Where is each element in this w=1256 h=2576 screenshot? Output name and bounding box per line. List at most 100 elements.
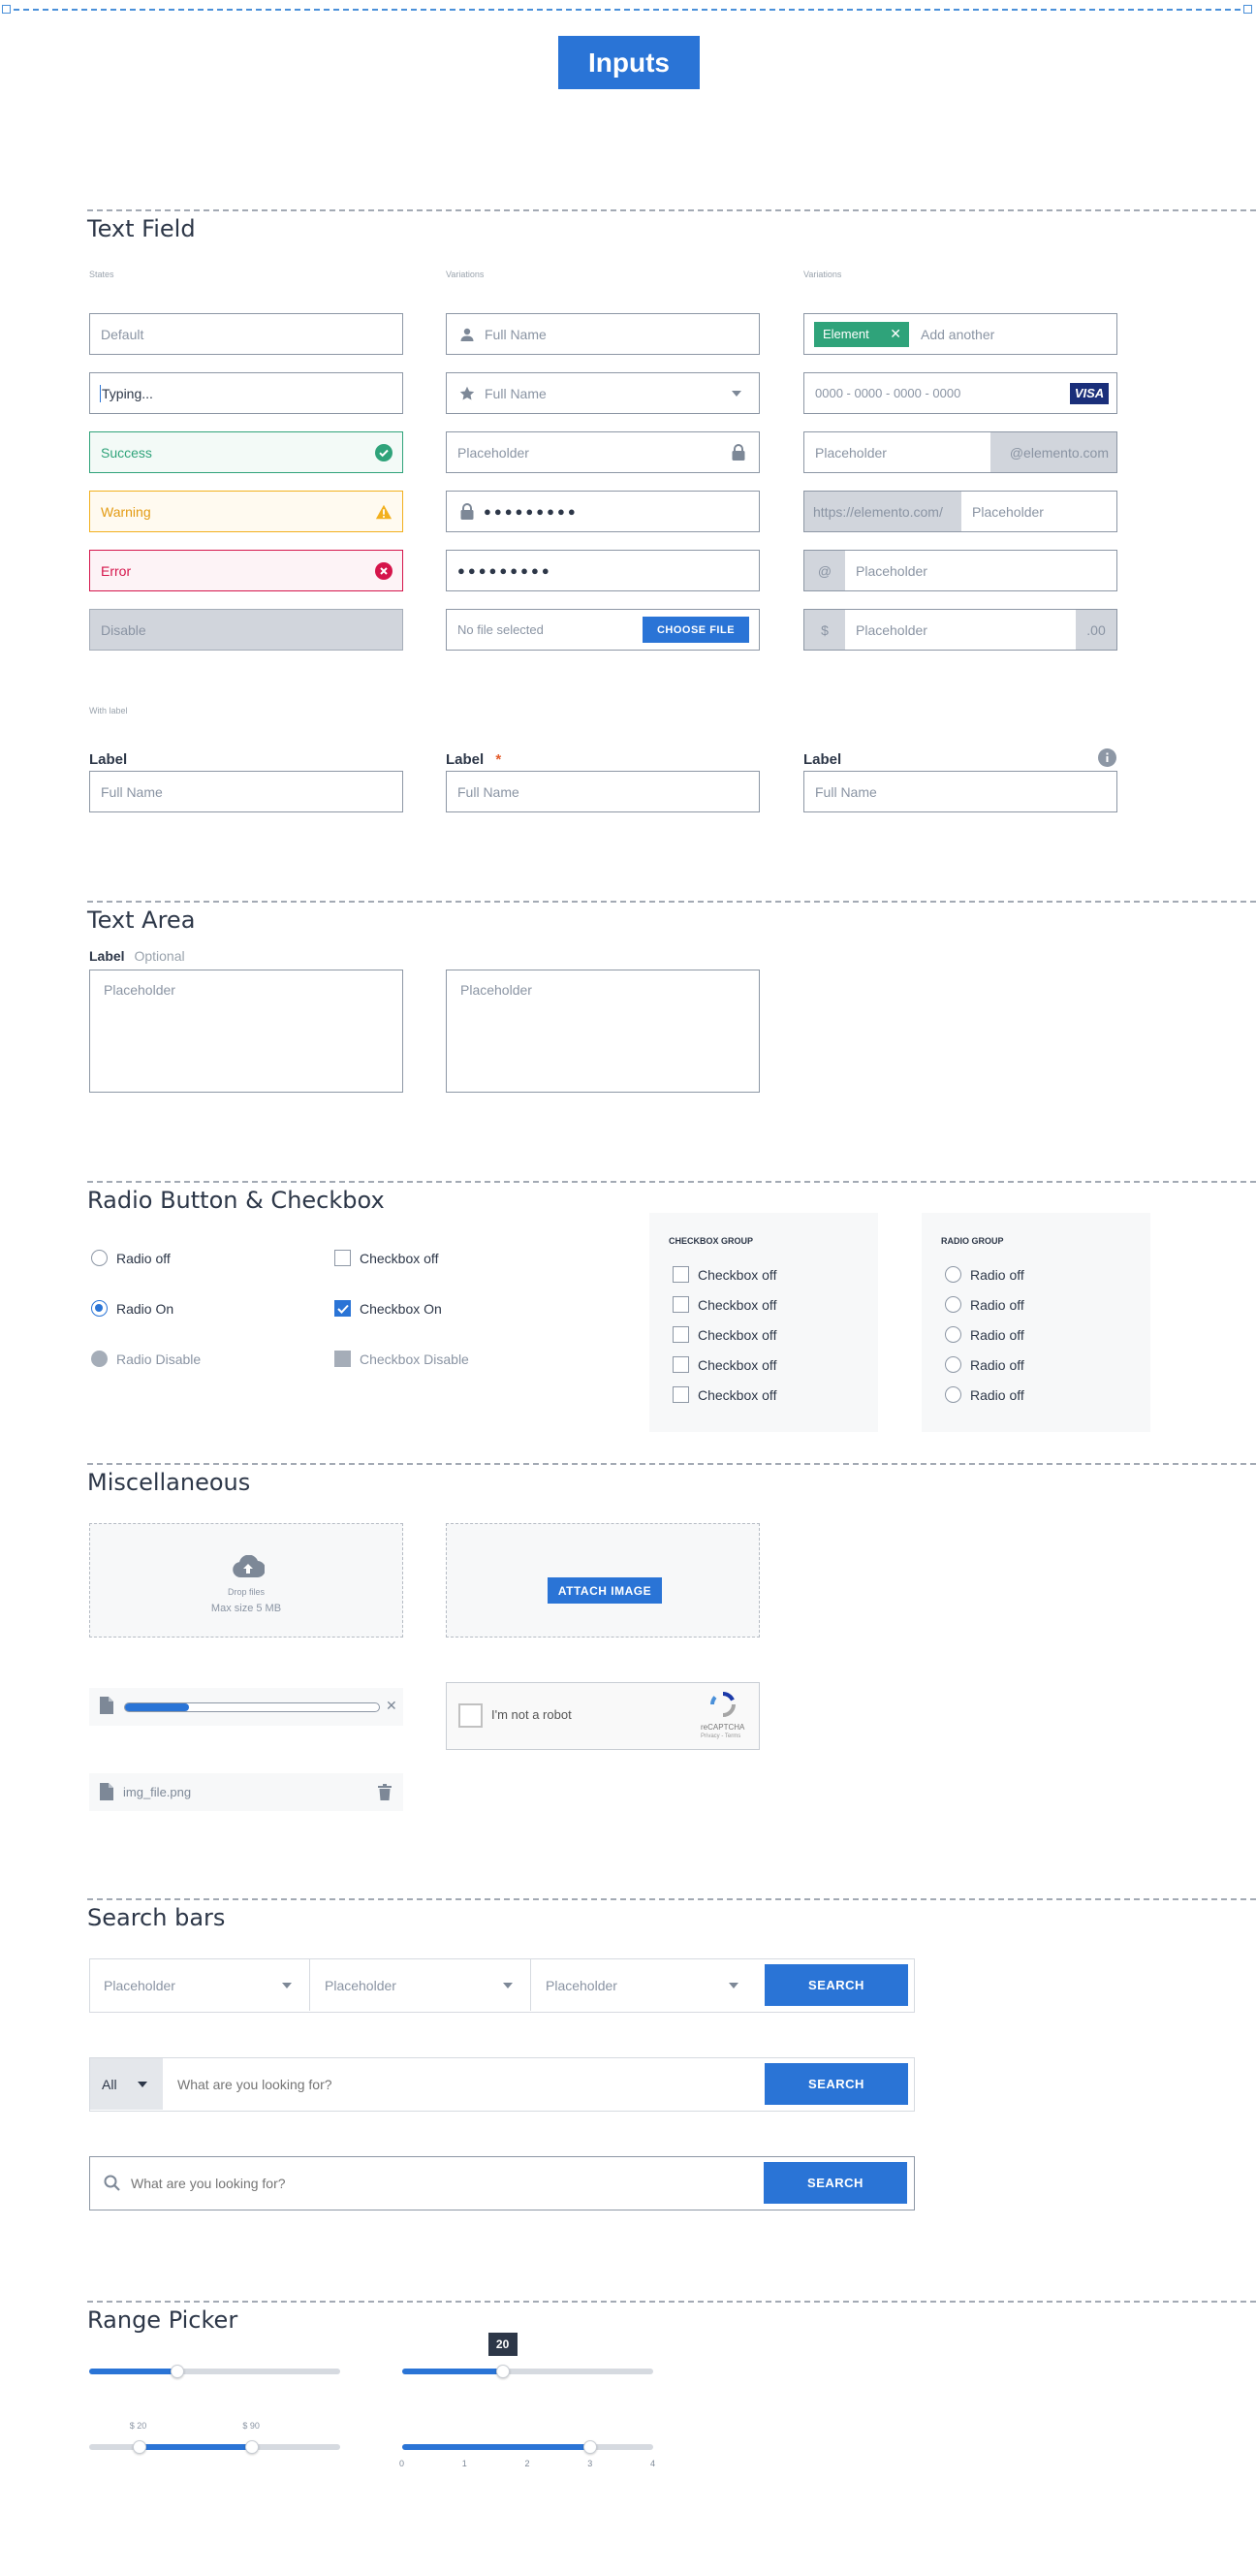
error-input[interactable]: Error bbox=[89, 550, 403, 591]
info-icon[interactable] bbox=[1098, 748, 1116, 767]
checkbox-control[interactable] bbox=[673, 1296, 689, 1313]
search-input[interactable] bbox=[164, 2058, 759, 2110]
checkbox-control[interactable] bbox=[334, 1250, 351, 1266]
caret-down-icon bbox=[282, 1982, 292, 1988]
radio-control[interactable] bbox=[945, 1296, 961, 1313]
range-slider[interactable]: $ 20 $ 90 bbox=[89, 2421, 340, 2460]
check-circle-icon bbox=[375, 443, 392, 461]
field-label-required: Label * bbox=[446, 751, 501, 768]
checkbox-group-item[interactable]: Checkbox off bbox=[673, 1266, 776, 1283]
checkbox-group-item[interactable]: Checkbox off bbox=[673, 1356, 776, 1373]
checkbox-group-item[interactable]: Checkbox off bbox=[673, 1386, 776, 1403]
required-input[interactable]: Full Name bbox=[446, 771, 760, 812]
textarea-plain[interactable]: Placeholder bbox=[446, 970, 760, 1093]
file-dropzone[interactable]: Drop files Max size 5 MB bbox=[89, 1523, 403, 1638]
card-number-input[interactable]: 0000 - 0000 - 0000 - 0000 VISA bbox=[803, 372, 1117, 414]
checkbox-off[interactable]: Checkbox off bbox=[334, 1250, 438, 1266]
full-name-placeholder: Full Name bbox=[485, 326, 547, 342]
currency-placeholder: Placeholder bbox=[856, 621, 927, 638]
slider-handle[interactable] bbox=[170, 2365, 184, 2378]
radio-group-item[interactable]: Radio off bbox=[945, 1326, 1024, 1343]
filter-dropdown-1[interactable]: Placeholder bbox=[90, 1959, 310, 2011]
user-icon bbox=[458, 326, 476, 343]
checkbox-group-item[interactable]: Checkbox off bbox=[673, 1296, 776, 1313]
file-input[interactable]: No file selected CHOOSE FILE bbox=[446, 609, 760, 651]
success-input[interactable]: Success bbox=[89, 431, 403, 473]
info-input[interactable]: Full Name bbox=[803, 771, 1117, 812]
warning-input-value: Warning bbox=[101, 503, 151, 520]
close-icon[interactable]: ✕ bbox=[890, 326, 901, 342]
slider-tooltip: 20 bbox=[487, 2333, 518, 2356]
stepped-slider[interactable]: 0 1 2 3 4 bbox=[399, 2437, 656, 2470]
step-label: 4 bbox=[650, 2459, 656, 2468]
selection-handle-left bbox=[2, 5, 11, 14]
radio-control[interactable] bbox=[945, 1356, 961, 1373]
radio-on[interactable]: Radio On bbox=[91, 1300, 173, 1317]
checkbox-on[interactable]: Checkbox On bbox=[334, 1300, 442, 1317]
radio-control[interactable] bbox=[945, 1326, 961, 1343]
textarea-label: Label bbox=[89, 948, 125, 964]
email-suffix-input[interactable]: Placeholder @elemento.com bbox=[803, 431, 1117, 473]
filter-dropdown-3[interactable]: Placeholder bbox=[532, 1959, 760, 2011]
icon-search-bar: SEARCH bbox=[89, 2156, 915, 2210]
tag-input[interactable]: Element ✕ Add another bbox=[803, 313, 1117, 355]
search-button[interactable]: SEARCH bbox=[764, 2162, 907, 2204]
slider-handle[interactable] bbox=[495, 2365, 510, 2378]
caret-down-icon bbox=[503, 1982, 513, 1988]
range-high-handle[interactable] bbox=[245, 2440, 260, 2454]
full-name-select[interactable]: Full Name bbox=[446, 372, 760, 414]
filter-dropdown-3-value: Placeholder bbox=[546, 1977, 617, 1993]
caret-down-icon bbox=[729, 1982, 738, 1988]
slider-with-tooltip[interactable]: 20 bbox=[402, 2333, 653, 2381]
checkbox-control-checked[interactable] bbox=[334, 1300, 351, 1317]
checkbox-control[interactable] bbox=[673, 1326, 689, 1343]
labeled-input[interactable]: Full Name bbox=[89, 771, 403, 812]
at-prefix-input[interactable]: @ Placeholder bbox=[803, 550, 1117, 591]
radio-group-item[interactable]: Radio off bbox=[945, 1356, 1024, 1373]
radio-control[interactable] bbox=[945, 1386, 961, 1403]
recaptcha-links[interactable]: Privacy - Terms bbox=[701, 1733, 740, 1739]
radio-control[interactable] bbox=[91, 1250, 108, 1266]
category-dropdown[interactable]: All bbox=[90, 2058, 163, 2110]
caret-down-icon[interactable] bbox=[728, 385, 745, 402]
section-divider bbox=[87, 2301, 1256, 2303]
choose-file-button[interactable]: CHOOSE FILE bbox=[643, 617, 749, 643]
password-input-with-lock[interactable]: ●●●●●●●●● bbox=[446, 491, 760, 532]
tag-chip: Element ✕ bbox=[814, 321, 909, 347]
radio-control-selected[interactable] bbox=[91, 1300, 108, 1317]
close-icon[interactable]: ✕ bbox=[386, 1698, 397, 1714]
radio-control[interactable] bbox=[945, 1266, 961, 1283]
default-input[interactable]: Default bbox=[89, 313, 403, 355]
range-low-handle[interactable] bbox=[132, 2440, 146, 2454]
slider-handle[interactable] bbox=[583, 2440, 598, 2454]
filter-dropdown-2[interactable]: Placeholder bbox=[311, 1959, 531, 2011]
radio-group-item[interactable]: Radio off bbox=[945, 1296, 1024, 1313]
url-prefix-input[interactable]: https://elemento.com/ Placeholder bbox=[803, 491, 1117, 532]
radio-group-item[interactable]: Radio off bbox=[945, 1266, 1024, 1283]
trash-icon[interactable] bbox=[378, 1784, 392, 1805]
checkbox-control[interactable] bbox=[673, 1356, 689, 1373]
search-button[interactable]: SEARCH bbox=[765, 2063, 908, 2105]
radio-off[interactable]: Radio off bbox=[91, 1250, 171, 1266]
recaptcha-checkbox[interactable] bbox=[458, 1703, 483, 1728]
attach-image-button[interactable]: ATTACH IMAGE bbox=[548, 1577, 662, 1604]
checkbox-group-label: Checkbox off bbox=[698, 1356, 777, 1373]
password-value: ●●●●●●●●● bbox=[484, 504, 579, 519]
slider-single[interactable] bbox=[89, 2362, 340, 2381]
checkbox-group-item[interactable]: Checkbox off bbox=[673, 1326, 776, 1343]
checkbox-off-label: Checkbox off bbox=[360, 1250, 439, 1266]
section-divider bbox=[87, 1181, 1256, 1183]
search-input[interactable] bbox=[129, 2159, 759, 2208]
locked-input[interactable]: Placeholder bbox=[446, 431, 760, 473]
radio-group-item[interactable]: Radio off bbox=[945, 1386, 1024, 1403]
search-button[interactable]: SEARCH bbox=[765, 1964, 908, 2006]
currency-input[interactable]: $ Placeholder .00 bbox=[803, 609, 1117, 651]
password-input[interactable]: ●●●●●●●●● bbox=[446, 550, 760, 591]
warning-input[interactable]: Warning bbox=[89, 491, 403, 532]
full-name-input[interactable]: Full Name bbox=[446, 313, 760, 355]
checkbox-control[interactable] bbox=[673, 1266, 689, 1283]
checkbox-control[interactable] bbox=[673, 1386, 689, 1403]
typing-input[interactable]: Typing... bbox=[89, 372, 403, 414]
caret-down-icon bbox=[138, 2081, 147, 2087]
textarea-labeled[interactable]: Placeholder bbox=[89, 970, 403, 1093]
